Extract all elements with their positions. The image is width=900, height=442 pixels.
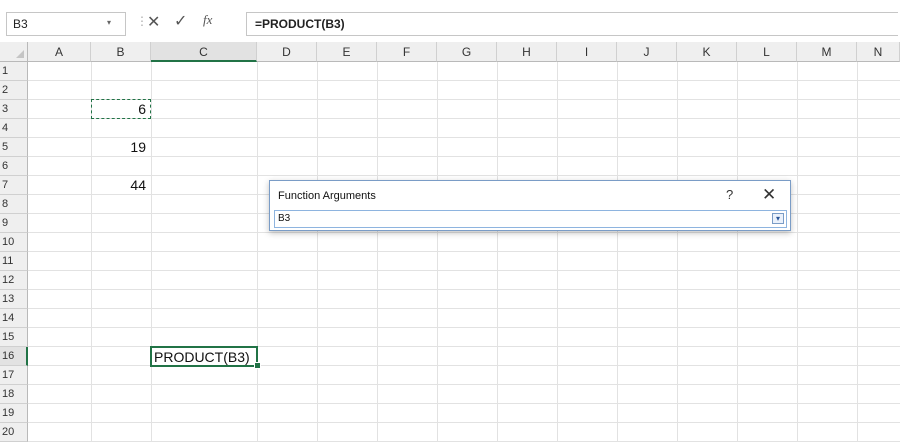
grid-column-line (677, 62, 678, 442)
row-header-2[interactable]: 2 (0, 81, 28, 100)
grid-row-line (28, 384, 900, 385)
grid-column-line (617, 62, 618, 442)
argument-input[interactable]: B3 ▾ (274, 210, 787, 228)
grid-row-line (28, 327, 900, 328)
row-header-11[interactable]: 11 (0, 252, 28, 271)
row-header-1[interactable]: 1 (0, 62, 28, 81)
column-header-e[interactable]: E (317, 42, 377, 62)
grid-row-line (28, 251, 900, 252)
row-header-4[interactable]: 4 (0, 119, 28, 138)
fill-handle[interactable] (254, 362, 261, 369)
select-all-button[interactable] (0, 42, 28, 62)
column-header-d[interactable]: D (257, 42, 317, 62)
grid-column-line (557, 62, 558, 442)
grid-row-line (28, 232, 900, 233)
grid-row-line (28, 99, 900, 100)
row-header-14[interactable]: 14 (0, 309, 28, 328)
name-box-value: B3 (13, 17, 28, 31)
row-header-15[interactable]: 15 (0, 328, 28, 347)
column-header-m[interactable]: M (797, 42, 857, 62)
row-header-3[interactable]: 3 (0, 100, 28, 119)
column-header-j[interactable]: J (617, 42, 677, 62)
column-header-f[interactable]: F (377, 42, 437, 62)
row-header-20[interactable]: 20 (0, 423, 28, 442)
formula-bar: B3 ▾ ⋮ ✕ ✓ fx =PRODUCT(B3) (0, 0, 900, 43)
column-header-g[interactable]: G (437, 42, 497, 62)
row-header-17[interactable]: 17 (0, 366, 28, 385)
row-header-5[interactable]: 5 (0, 138, 28, 157)
grid-column-line (737, 62, 738, 442)
row-header-7[interactable]: 7 (0, 176, 28, 195)
chevron-down-icon[interactable]: ▾ (107, 18, 111, 27)
row-header-19[interactable]: 19 (0, 404, 28, 423)
grid-column-line (257, 62, 258, 442)
column-header-h[interactable]: H (497, 42, 557, 62)
cell-c16-text: PRODUCT(B3) (154, 349, 250, 365)
formula-text: =PRODUCT(B3) (255, 17, 345, 31)
column-header-i[interactable]: I (557, 42, 617, 62)
function-arguments-dialog: Function Arguments ? ✕ B3 ▾ (269, 180, 791, 231)
column-header-n[interactable]: N (857, 42, 900, 62)
cancel-icon[interactable]: ✕ (147, 12, 160, 32)
grid-row-line (28, 422, 900, 423)
cell-b5[interactable]: 19 (91, 139, 146, 155)
row-header-12[interactable]: 12 (0, 271, 28, 290)
grid-row-line (28, 175, 900, 176)
column-header-l[interactable]: L (737, 42, 797, 62)
formula-input[interactable]: =PRODUCT(B3) (246, 12, 898, 36)
help-icon[interactable]: ? (726, 187, 733, 202)
grid-column-line (857, 62, 858, 442)
grid-column-line (377, 62, 378, 442)
copy-marquee (91, 99, 151, 119)
grid-row-line (28, 80, 900, 81)
expand-dialog-icon[interactable]: ▾ (772, 213, 784, 224)
grid-column-line (151, 62, 152, 442)
insert-function-icon[interactable]: fx (203, 12, 212, 28)
close-icon[interactable]: ✕ (762, 185, 776, 205)
grid-column-line (497, 62, 498, 442)
grid-row-line (28, 156, 900, 157)
grid-row-line (28, 270, 900, 271)
grid-column-line (91, 62, 92, 442)
row-header-9[interactable]: 9 (0, 214, 28, 233)
row-header-6[interactable]: 6 (0, 157, 28, 176)
column-header-b[interactable]: B (91, 42, 151, 62)
row-header-8[interactable]: 8 (0, 195, 28, 214)
grid-column-line (437, 62, 438, 442)
row-header-13[interactable]: 13 (0, 290, 28, 309)
dialog-title: Function Arguments (278, 190, 376, 202)
grid-column-line (317, 62, 318, 442)
select-all-icon (16, 50, 24, 58)
name-box[interactable]: B3 ▾ (6, 12, 126, 36)
row-header-18[interactable]: 18 (0, 385, 28, 404)
grid-row-line (28, 403, 900, 404)
column-header-c[interactable]: C (151, 42, 257, 62)
row-header-16[interactable]: 16 (0, 347, 28, 366)
cell-b7[interactable]: 44 (91, 177, 146, 193)
active-cell-c16[interactable]: PRODUCT(B3) (150, 346, 258, 367)
argument-input-value: B3 (278, 213, 291, 224)
grid-row-line (28, 137, 900, 138)
grid-column-line (797, 62, 798, 442)
grid-row-line (28, 289, 900, 290)
grid-row-line (28, 118, 900, 119)
column-header-k[interactable]: K (677, 42, 737, 62)
grid-row-line (28, 308, 900, 309)
enter-icon[interactable]: ✓ (174, 11, 187, 31)
column-header-a[interactable]: A (28, 42, 91, 62)
row-header-10[interactable]: 10 (0, 233, 28, 252)
